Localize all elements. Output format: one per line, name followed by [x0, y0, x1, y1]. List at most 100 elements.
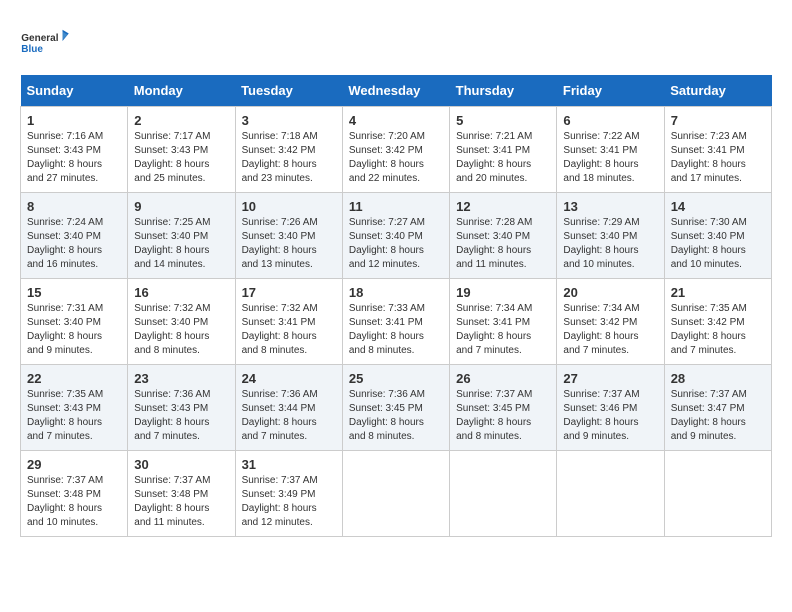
day-cell-3: 3 Sunrise: 7:18 AM Sunset: 3:42 PM Daylig… [235, 107, 342, 193]
day-number: 18 [349, 285, 443, 300]
day-number: 20 [563, 285, 657, 300]
day-cell-4: 4Sunrise: 7:20 AM Sunset: 3:42 PM Daylig… [342, 107, 449, 193]
day-info: Sunrise: 7:32 AM Sunset: 3:40 PM Dayligh… [134, 302, 228, 358]
day-cell-19: 19 Sunrise: 7:34 AM Sunset: 3:41 PM Dayli… [450, 279, 557, 365]
day-cell-20: 20 Sunrise: 7:34 AM Sunset: 3:42 PM Dayli… [557, 279, 664, 365]
day-cell-16: 16 Sunrise: 7:32 AM Sunset: 3:40 PM Dayli… [128, 279, 235, 365]
day-number: 2 [134, 113, 228, 128]
day-info: Sunrise: 7:30 AM Sunset: 3:40 PM Dayligh… [671, 216, 765, 272]
empty-cell [664, 451, 771, 537]
svg-text:Blue: Blue [21, 44, 43, 55]
day-info: Sunrise: 7:33 AM Sunset: 3:41 PM Dayligh… [349, 302, 443, 358]
day-number: 24 [242, 371, 336, 386]
day-cell-25: 25Sunrise: 7:36 AM Sunset: 3:45 PM Dayli… [342, 365, 449, 451]
day-cell-26: 26 Sunrise: 7:37 AM Sunset: 3:45 PM Dayli… [450, 365, 557, 451]
day-info: Sunrise: 7:20 AM Sunset: 3:42 PM Dayligh… [349, 130, 443, 186]
day-cell-29: 29Sunrise: 7:37 AM Sunset: 3:48 PM Dayli… [21, 451, 128, 537]
day-info: Sunrise: 7:37 AM Sunset: 3:46 PM Dayligh… [563, 388, 657, 444]
day-number: 31 [242, 457, 336, 472]
day-info: Sunrise: 7:34 AM Sunset: 3:42 PM Dayligh… [563, 302, 657, 358]
day-cell-30: 30 Sunrise: 7:37 AM Sunset: 3:48 PM Dayli… [128, 451, 235, 537]
day-cell-11: 11 Sunrise: 7:27 AM Sunset: 3:40 PM Dayli… [342, 193, 449, 279]
col-header-wednesday: Wednesday [342, 75, 449, 107]
day-cell-31: 31 Sunrise: 7:37 AM Sunset: 3:49 PM Dayli… [235, 451, 342, 537]
day-cell-23: 23 Sunrise: 7:36 AM Sunset: 3:43 PM Dayli… [128, 365, 235, 451]
day-cell-28: 28 Sunrise: 7:37 AM Sunset: 3:47 PM Dayli… [664, 365, 771, 451]
day-info: Sunrise: 7:25 AM Sunset: 3:40 PM Dayligh… [134, 216, 228, 272]
day-info: Sunrise: 7:17 AM Sunset: 3:43 PM Dayligh… [134, 130, 228, 186]
empty-cell [342, 451, 449, 537]
day-number: 10 [242, 199, 336, 214]
day-number: 15 [27, 285, 121, 300]
day-cell-8: 8Sunrise: 7:24 AM Sunset: 3:40 PM Daylig… [21, 193, 128, 279]
day-cell-1: 1Sunrise: 7:16 AM Sunset: 3:43 PM Daylig… [21, 107, 128, 193]
empty-cell [450, 451, 557, 537]
logo: General Blue [20, 20, 70, 65]
day-info: Sunrise: 7:37 AM Sunset: 3:49 PM Dayligh… [242, 474, 336, 530]
day-info: Sunrise: 7:36 AM Sunset: 3:43 PM Dayligh… [134, 388, 228, 444]
day-number: 17 [242, 285, 336, 300]
day-number: 3 [242, 113, 336, 128]
day-info: Sunrise: 7:32 AM Sunset: 3:41 PM Dayligh… [242, 302, 336, 358]
day-number: 27 [563, 371, 657, 386]
day-cell-14: 14 Sunrise: 7:30 AM Sunset: 3:40 PM Dayli… [664, 193, 771, 279]
day-number: 12 [456, 199, 550, 214]
day-number: 29 [27, 457, 121, 472]
day-number: 22 [27, 371, 121, 386]
day-info: Sunrise: 7:37 AM Sunset: 3:45 PM Dayligh… [456, 388, 550, 444]
day-cell-7: 7 Sunrise: 7:23 AM Sunset: 3:41 PM Daylig… [664, 107, 771, 193]
day-number: 6 [563, 113, 657, 128]
day-number: 11 [349, 199, 443, 214]
day-number: 5 [456, 113, 550, 128]
day-info: Sunrise: 7:24 AM Sunset: 3:40 PM Dayligh… [27, 216, 121, 272]
day-cell-10: 10 Sunrise: 7:26 AM Sunset: 3:40 PM Dayli… [235, 193, 342, 279]
day-info: Sunrise: 7:34 AM Sunset: 3:41 PM Dayligh… [456, 302, 550, 358]
day-cell-12: 12 Sunrise: 7:28 AM Sunset: 3:40 PM Dayli… [450, 193, 557, 279]
day-info: Sunrise: 7:27 AM Sunset: 3:40 PM Dayligh… [349, 216, 443, 272]
day-info: Sunrise: 7:37 AM Sunset: 3:48 PM Dayligh… [134, 474, 228, 530]
day-cell-15: 15 Sunrise: 7:31 AM Sunset: 3:40 PM Dayli… [21, 279, 128, 365]
col-header-saturday: Saturday [664, 75, 771, 107]
day-info: Sunrise: 7:31 AM Sunset: 3:40 PM Dayligh… [27, 302, 121, 358]
day-info: Sunrise: 7:23 AM Sunset: 3:41 PM Dayligh… [671, 130, 765, 186]
col-header-monday: Monday [128, 75, 235, 107]
empty-cell [557, 451, 664, 537]
calendar-table: SundayMondayTuesdayWednesdayThursdayFrid… [20, 75, 772, 537]
day-cell-17: 17 Sunrise: 7:32 AM Sunset: 3:41 PM Dayli… [235, 279, 342, 365]
day-info: Sunrise: 7:35 AM Sunset: 3:43 PM Dayligh… [27, 388, 121, 444]
day-number: 25 [349, 371, 443, 386]
svg-text:General: General [21, 33, 58, 44]
day-number: 26 [456, 371, 550, 386]
day-number: 7 [671, 113, 765, 128]
day-number: 21 [671, 285, 765, 300]
day-cell-22: 22 Sunrise: 7:35 AM Sunset: 3:43 PM Dayli… [21, 365, 128, 451]
day-info: Sunrise: 7:36 AM Sunset: 3:44 PM Dayligh… [242, 388, 336, 444]
day-number: 9 [134, 199, 228, 214]
day-number: 28 [671, 371, 765, 386]
day-cell-6: 6Sunrise: 7:22 AM Sunset: 3:41 PM Daylig… [557, 107, 664, 193]
col-header-sunday: Sunday [21, 75, 128, 107]
day-number: 23 [134, 371, 228, 386]
day-number: 13 [563, 199, 657, 214]
day-number: 1 [27, 113, 121, 128]
day-number: 16 [134, 285, 228, 300]
day-info: Sunrise: 7:18 AM Sunset: 3:42 PM Dayligh… [242, 130, 336, 186]
day-info: Sunrise: 7:21 AM Sunset: 3:41 PM Dayligh… [456, 130, 550, 186]
day-number: 19 [456, 285, 550, 300]
day-cell-24: 24 Sunrise: 7:36 AM Sunset: 3:44 PM Dayli… [235, 365, 342, 451]
col-header-friday: Friday [557, 75, 664, 107]
day-cell-5: 5 Sunrise: 7:21 AM Sunset: 3:41 PM Daylig… [450, 107, 557, 193]
day-cell-13: 13 Sunrise: 7:29 AM Sunset: 3:40 PM Dayli… [557, 193, 664, 279]
day-info: Sunrise: 7:37 AM Sunset: 3:47 PM Dayligh… [671, 388, 765, 444]
day-number: 30 [134, 457, 228, 472]
day-info: Sunrise: 7:28 AM Sunset: 3:40 PM Dayligh… [456, 216, 550, 272]
page-header: General Blue [20, 20, 772, 65]
day-cell-2: 2 Sunrise: 7:17 AM Sunset: 3:43 PM Daylig… [128, 107, 235, 193]
day-cell-27: 27 Sunrise: 7:37 AM Sunset: 3:46 PM Dayli… [557, 365, 664, 451]
col-header-tuesday: Tuesday [235, 75, 342, 107]
day-info: Sunrise: 7:35 AM Sunset: 3:42 PM Dayligh… [671, 302, 765, 358]
day-info: Sunrise: 7:29 AM Sunset: 3:40 PM Dayligh… [563, 216, 657, 272]
col-header-thursday: Thursday [450, 75, 557, 107]
day-info: Sunrise: 7:26 AM Sunset: 3:40 PM Dayligh… [242, 216, 336, 272]
day-number: 14 [671, 199, 765, 214]
